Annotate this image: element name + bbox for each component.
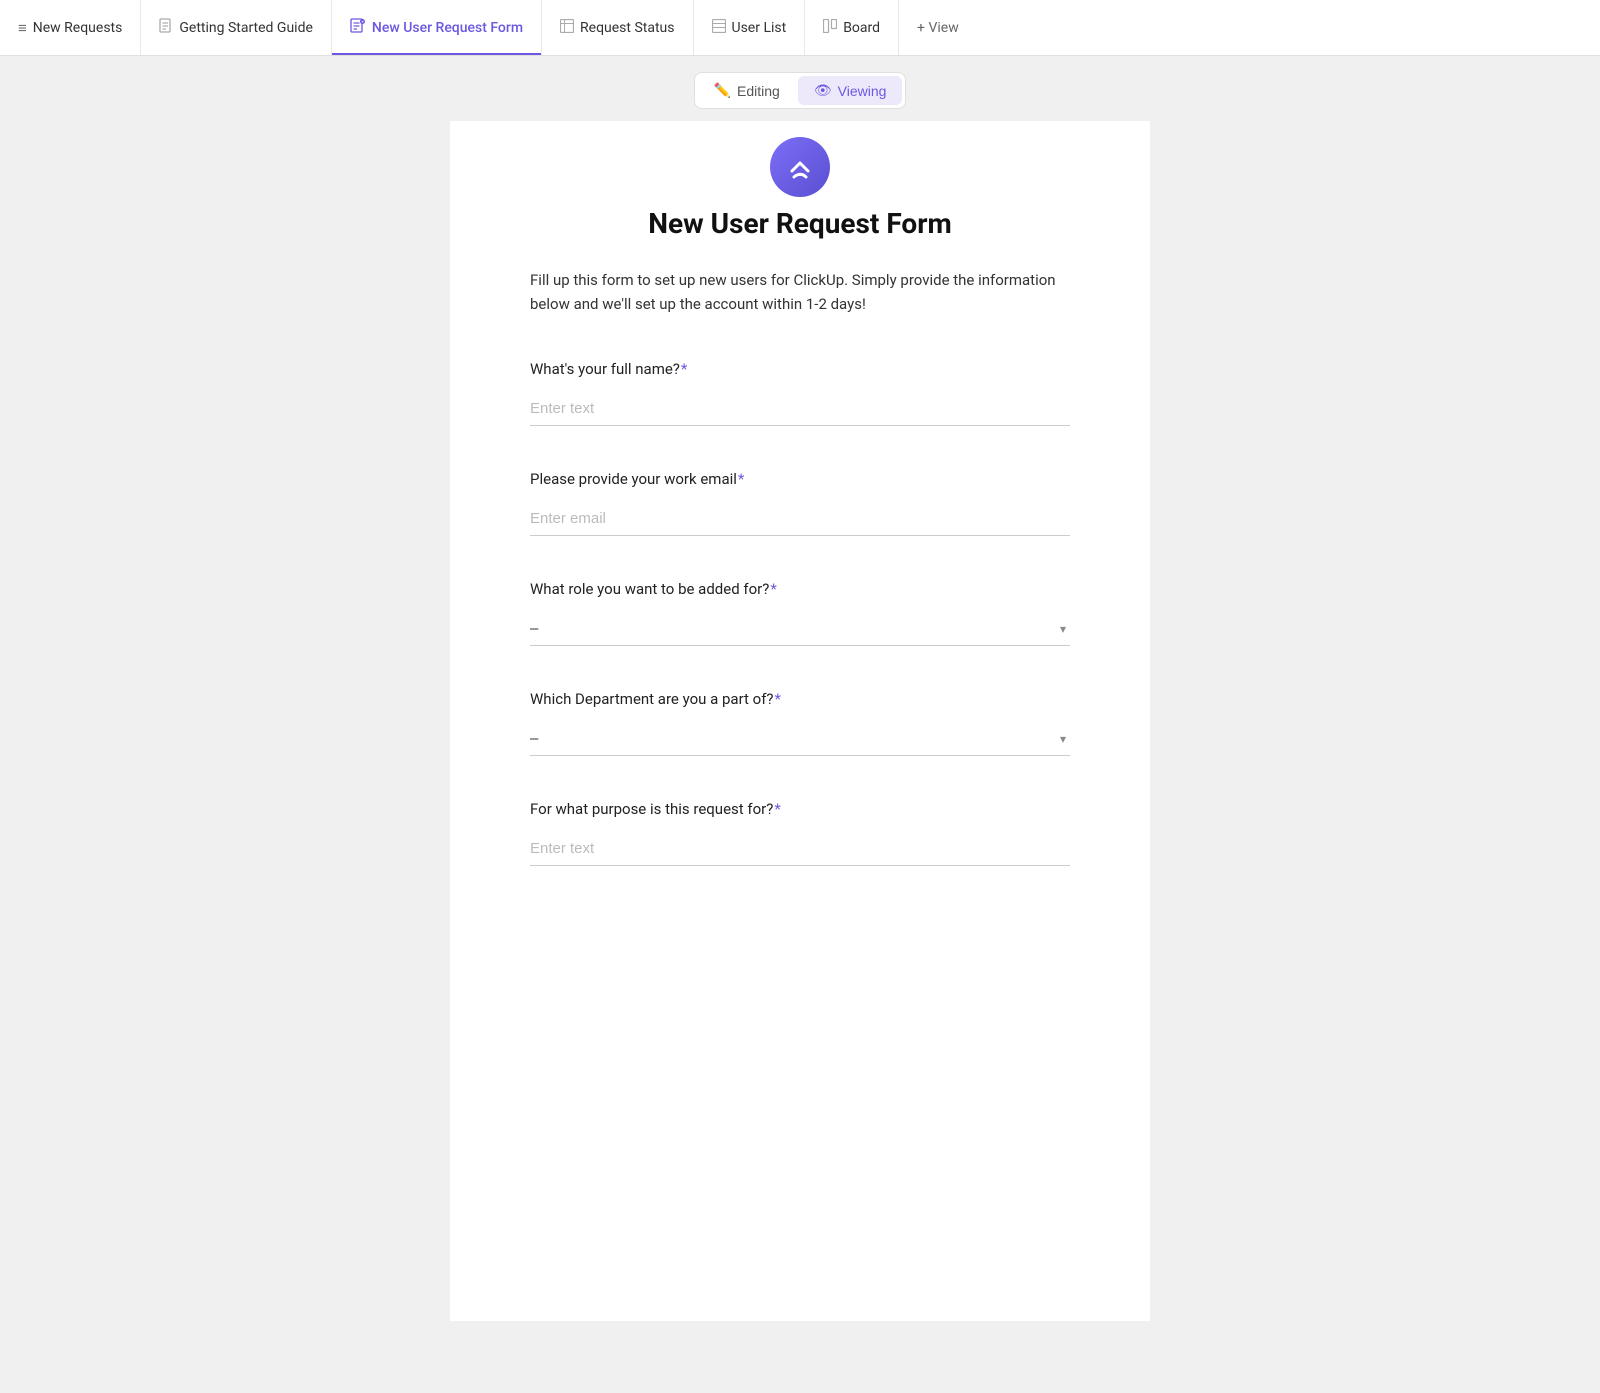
top-navigation: ≡ New Requests Getting Started Guide N [0, 0, 1600, 56]
field-department: Which Department are you a part of?* – ▾ [530, 690, 1070, 756]
editing-mode-button[interactable]: ✏️ Editing [698, 76, 796, 105]
mode-toggle-container: ✏️ Editing 👁 Viewing [0, 56, 1600, 121]
logo-circle [770, 137, 830, 197]
nav-user-list[interactable]: User List [694, 0, 806, 55]
field-purpose: For what purpose is this request for?* [530, 800, 1070, 866]
nav-add-view[interactable]: + View [899, 0, 977, 55]
pencil-icon: ✏️ [714, 82, 731, 99]
field-department-label: Which Department are you a part of?* [530, 690, 1070, 708]
field-role: What role you want to be added for?* – ▾ [530, 580, 1070, 646]
mode-toggle: ✏️ Editing 👁 Viewing [694, 72, 907, 109]
purpose-input[interactable] [530, 832, 1070, 866]
nav-getting-started[interactable]: Getting Started Guide [141, 0, 332, 55]
content-wrapper: New User Request Form Fill up this form … [0, 121, 1600, 1361]
board-icon [823, 19, 837, 37]
field-role-label: What role you want to be added for?* [530, 580, 1070, 598]
nav-request-status[interactable]: Request Status [542, 0, 693, 55]
viewing-mode-button[interactable]: 👁 Viewing [798, 76, 903, 105]
role-select-wrapper: – ▾ [530, 612, 1070, 646]
list-icon-2 [712, 19, 726, 37]
field-full-name: What's your full name?* [530, 360, 1070, 426]
field-work-email-label: Please provide your work email* [530, 470, 1070, 488]
full-name-input[interactable] [530, 392, 1070, 426]
form-title: New User Request Form [530, 207, 1070, 240]
status-icon [560, 19, 574, 37]
field-work-email: Please provide your work email* [530, 470, 1070, 536]
nav-new-user-request-form[interactable]: New User Request Form [332, 0, 542, 55]
form-card: New User Request Form Fill up this form … [450, 121, 1150, 1321]
logo-wrapper [530, 121, 1070, 207]
department-select-wrapper: – ▾ [530, 722, 1070, 756]
form-description: Fill up this form to set up new users fo… [530, 268, 1070, 316]
role-select[interactable]: – [530, 612, 1070, 646]
eye-icon: 👁 [814, 82, 832, 99]
doc-icon [159, 18, 173, 38]
list-icon: ≡ [18, 19, 27, 37]
field-purpose-label: For what purpose is this request for?* [530, 800, 1070, 818]
work-email-input[interactable] [530, 502, 1070, 536]
form-icon [350, 18, 366, 38]
nav-board[interactable]: Board [805, 0, 899, 55]
department-select[interactable]: – [530, 722, 1070, 756]
nav-new-requests[interactable]: ≡ New Requests [0, 0, 141, 55]
field-full-name-label: What's your full name?* [530, 360, 1070, 378]
